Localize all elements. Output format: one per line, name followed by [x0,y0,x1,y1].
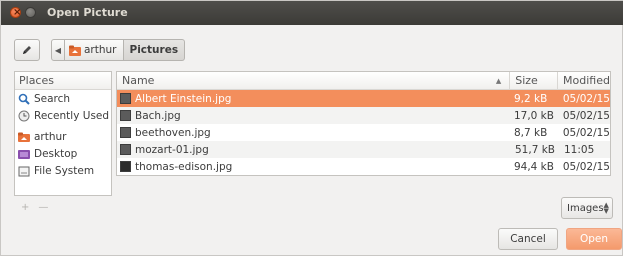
file-type-filter-select[interactable]: Images ▲ ▼ [561,197,613,219]
column-size-label: Size [515,74,538,87]
file-modified: 05/02/15 [562,92,610,105]
column-header-modified[interactable]: Modified [558,72,610,89]
place-label: arthur [34,130,67,143]
file-row[interactable]: Bach.jpg 17,0 kB 05/02/15 [117,107,610,124]
open-button[interactable]: Open [566,228,622,250]
file-name: mozart-01.jpg [135,143,209,156]
close-window-button[interactable] [10,7,21,18]
column-header-size[interactable]: Size [510,72,559,89]
places-sidebar: Places Search Recently Used arthur Deskt… [14,71,112,196]
cancel-button[interactable]: Cancel [498,228,558,250]
file-row[interactable]: mozart-01.jpg 51,7 kB 11:05 [117,141,610,158]
file-row[interactable]: Albert Einstein.jpg 9,2 kB 05/02/15 [117,90,610,107]
file-name: thomas-edison.jpg [135,160,233,173]
place-item-recently-used[interactable]: Recently Used [15,107,111,124]
minimize-window-button[interactable] [25,7,36,18]
title-bar: Open Picture [1,1,623,25]
home-folder-icon [18,132,30,142]
place-item-search[interactable]: Search [15,90,111,107]
places-header: Places [15,72,111,90]
type-location-button[interactable] [14,39,40,61]
place-item-desktop[interactable]: Desktop [15,145,111,162]
file-modified: 05/02/15 [562,160,610,173]
place-label: Recently Used [34,109,110,122]
place-item-home[interactable]: arthur [15,128,111,145]
remove-bookmark-button[interactable]: — [38,202,48,213]
file-size: 8,7 kB [513,126,548,139]
sort-ascending-icon: ▲ [495,76,502,85]
search-icon [18,93,30,105]
path-current-label: Pictures [129,44,179,56]
file-size: 51,7 kB [515,143,556,156]
home-folder-icon [69,45,81,56]
desktop-icon [18,149,30,159]
place-item-file-system[interactable]: File System [15,162,111,179]
file-modified: 11:05 [564,143,595,156]
window-title: Open Picture [47,6,128,19]
places-controls: + — [21,202,48,213]
image-file-icon [120,161,131,172]
place-label: Search [34,92,71,105]
location-toolbar: ◀ arthur Pictures [1,25,623,69]
place-label: Desktop [34,147,78,160]
chevron-left-icon: ◀ [54,45,62,55]
up-down-arrows-icon: ▲ ▼ [603,201,609,215]
file-name: beethoven.jpg [135,126,211,139]
column-name-label: Name [122,74,155,87]
file-modified: 05/02/15 [562,126,610,139]
pencil-icon [23,46,31,54]
file-row[interactable]: beethoven.jpg 8,7 kB 05/02/15 [117,124,610,141]
file-size: 94,4 kB [513,160,554,173]
path-button-pictures[interactable]: Pictures [123,39,186,61]
path-button-home[interactable]: arthur [65,39,124,61]
path-home-label: arthur [84,44,117,56]
file-list-header: Name ▲ Size Modified [117,72,610,90]
place-label: File System [34,164,95,177]
column-header-name[interactable]: Name ▲ [117,72,511,89]
image-file-icon [120,110,131,121]
column-modified-label: Modified [563,74,610,87]
file-list: Name ▲ Size Modified Albert Einstein.jpg… [116,71,611,176]
file-size: 17,0 kB [513,109,554,122]
add-bookmark-button[interactable]: + [21,202,29,213]
image-file-icon [120,93,131,104]
image-file-icon [120,127,131,138]
file-modified: 05/02/15 [562,109,610,122]
file-row[interactable]: thomas-edison.jpg 94,4 kB 05/02/15 [117,158,610,175]
file-name: Bach.jpg [135,109,181,122]
open-picture-dialog: Open Picture ◀ arthur Pictures [0,0,623,256]
file-size: 9,2 kB [513,92,548,105]
file-name: Albert Einstein.jpg [135,92,232,105]
drive-icon [18,166,30,176]
path-bar: ◀ arthur Pictures [51,39,186,61]
path-scroll-left-button[interactable]: ◀ [51,39,65,61]
clock-icon [18,110,30,121]
filter-selected-label: Images [567,202,604,214]
image-file-icon [120,144,131,155]
